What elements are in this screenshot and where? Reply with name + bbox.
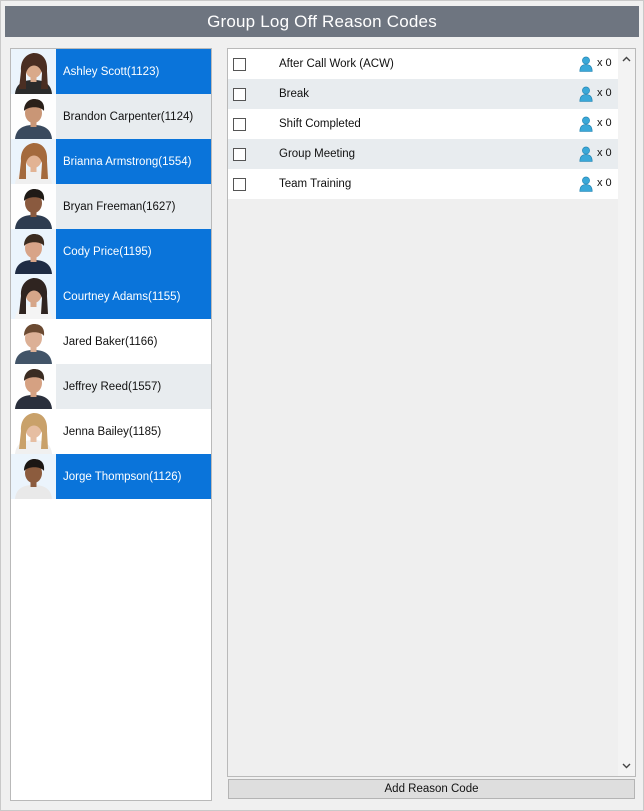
agent-name: Courtney Adams(1155) [63, 290, 181, 303]
agent-count: x 0 [597, 147, 612, 159]
agent-list-item[interactable]: Brianna Armstrong(1554) [11, 139, 211, 184]
agent-name: Bryan Freeman(1627) [63, 200, 176, 213]
reason-code-label: Group Meeting [279, 148, 356, 160]
agent-count: x 0 [597, 87, 612, 99]
female-avatar [11, 409, 56, 454]
reason-code-checkbox[interactable] [233, 118, 246, 131]
agent-list-item[interactable]: Brandon Carpenter(1124) [11, 94, 211, 139]
agent-list-item[interactable]: Jeffrey Reed(1557) [11, 364, 211, 409]
person-icon [579, 116, 593, 132]
reason-code-list-panel: After Call Work (ACW) x 0 Break x 0 Shift Co… [227, 48, 636, 777]
person-icon [579, 86, 593, 102]
agent-name: Ashley Scott(1123) [63, 65, 160, 78]
male-avatar [11, 184, 56, 229]
agent-list-item[interactable]: Ashley Scott(1123) [11, 49, 211, 94]
agent-name: Jorge Thompson(1126) [63, 470, 182, 483]
agent-name: Cody Price(1195) [63, 245, 152, 258]
window-title: Group Log Off Reason Codes [5, 6, 639, 37]
reason-code-checkbox[interactable] [233, 148, 246, 161]
chevron-up-icon[interactable] [621, 54, 632, 65]
person-icon [579, 56, 593, 72]
reason-code-row[interactable]: Break x 0 [228, 79, 618, 109]
add-reason-code-button[interactable]: Add Reason Code [228, 779, 635, 799]
agent-list[interactable]: Ashley Scott(1123) Brandon Carpenter(1124… [10, 48, 212, 801]
reason-code-row[interactable]: Group Meeting x 0 [228, 139, 618, 169]
male-avatar [11, 319, 56, 364]
agent-count: x 0 [597, 117, 612, 129]
male-avatar [11, 229, 56, 274]
agent-name: Jared Baker(1166) [63, 335, 158, 348]
agent-name: Jeffrey Reed(1557) [63, 380, 162, 393]
reason-code-label: Team Training [279, 178, 352, 190]
reason-code-list: After Call Work (ACW) x 0 Break x 0 Shift Co… [228, 49, 618, 199]
reason-code-checkbox[interactable] [233, 58, 246, 71]
person-icon [579, 176, 593, 192]
female-avatar [11, 139, 56, 184]
agent-list-item[interactable]: Jared Baker(1166) [11, 319, 211, 364]
chevron-down-icon[interactable] [621, 760, 632, 771]
agent-list-item[interactable]: Jenna Bailey(1185) [11, 409, 211, 454]
male-avatar [11, 454, 56, 499]
agent-count: x 0 [597, 57, 612, 69]
reason-code-label: After Call Work (ACW) [279, 58, 394, 70]
agent-list-item[interactable]: Bryan Freeman(1627) [11, 184, 211, 229]
reason-code-label: Break [279, 88, 310, 100]
reason-code-checkbox[interactable] [233, 178, 246, 191]
male-avatar [11, 94, 56, 139]
agent-name: Brandon Carpenter(1124) [63, 110, 194, 123]
reason-code-checkbox[interactable] [233, 88, 246, 101]
female-avatar [11, 274, 56, 319]
log-off-reason-codes-window: Group Log Off Reason Codes Ashley Scott(… [0, 0, 644, 811]
vertical-scrollbar[interactable] [618, 49, 635, 776]
agent-count: x 0 [597, 177, 612, 189]
person-icon [579, 146, 593, 162]
agent-list-item[interactable]: Jorge Thompson(1126) [11, 454, 211, 499]
male-avatar [11, 364, 56, 409]
female-avatar [11, 49, 56, 94]
reason-code-row[interactable]: Shift Completed x 0 [228, 109, 618, 139]
reason-code-row[interactable]: After Call Work (ACW) x 0 [228, 49, 618, 79]
agent-list-item[interactable]: Cody Price(1195) [11, 229, 211, 274]
agent-name: Brianna Armstrong(1554) [63, 155, 192, 168]
reason-code-label: Shift Completed [279, 118, 361, 130]
agent-list-item[interactable]: Courtney Adams(1155) [11, 274, 211, 319]
reason-code-row[interactable]: Team Training x 0 [228, 169, 618, 199]
agent-name: Jenna Bailey(1185) [63, 425, 162, 438]
